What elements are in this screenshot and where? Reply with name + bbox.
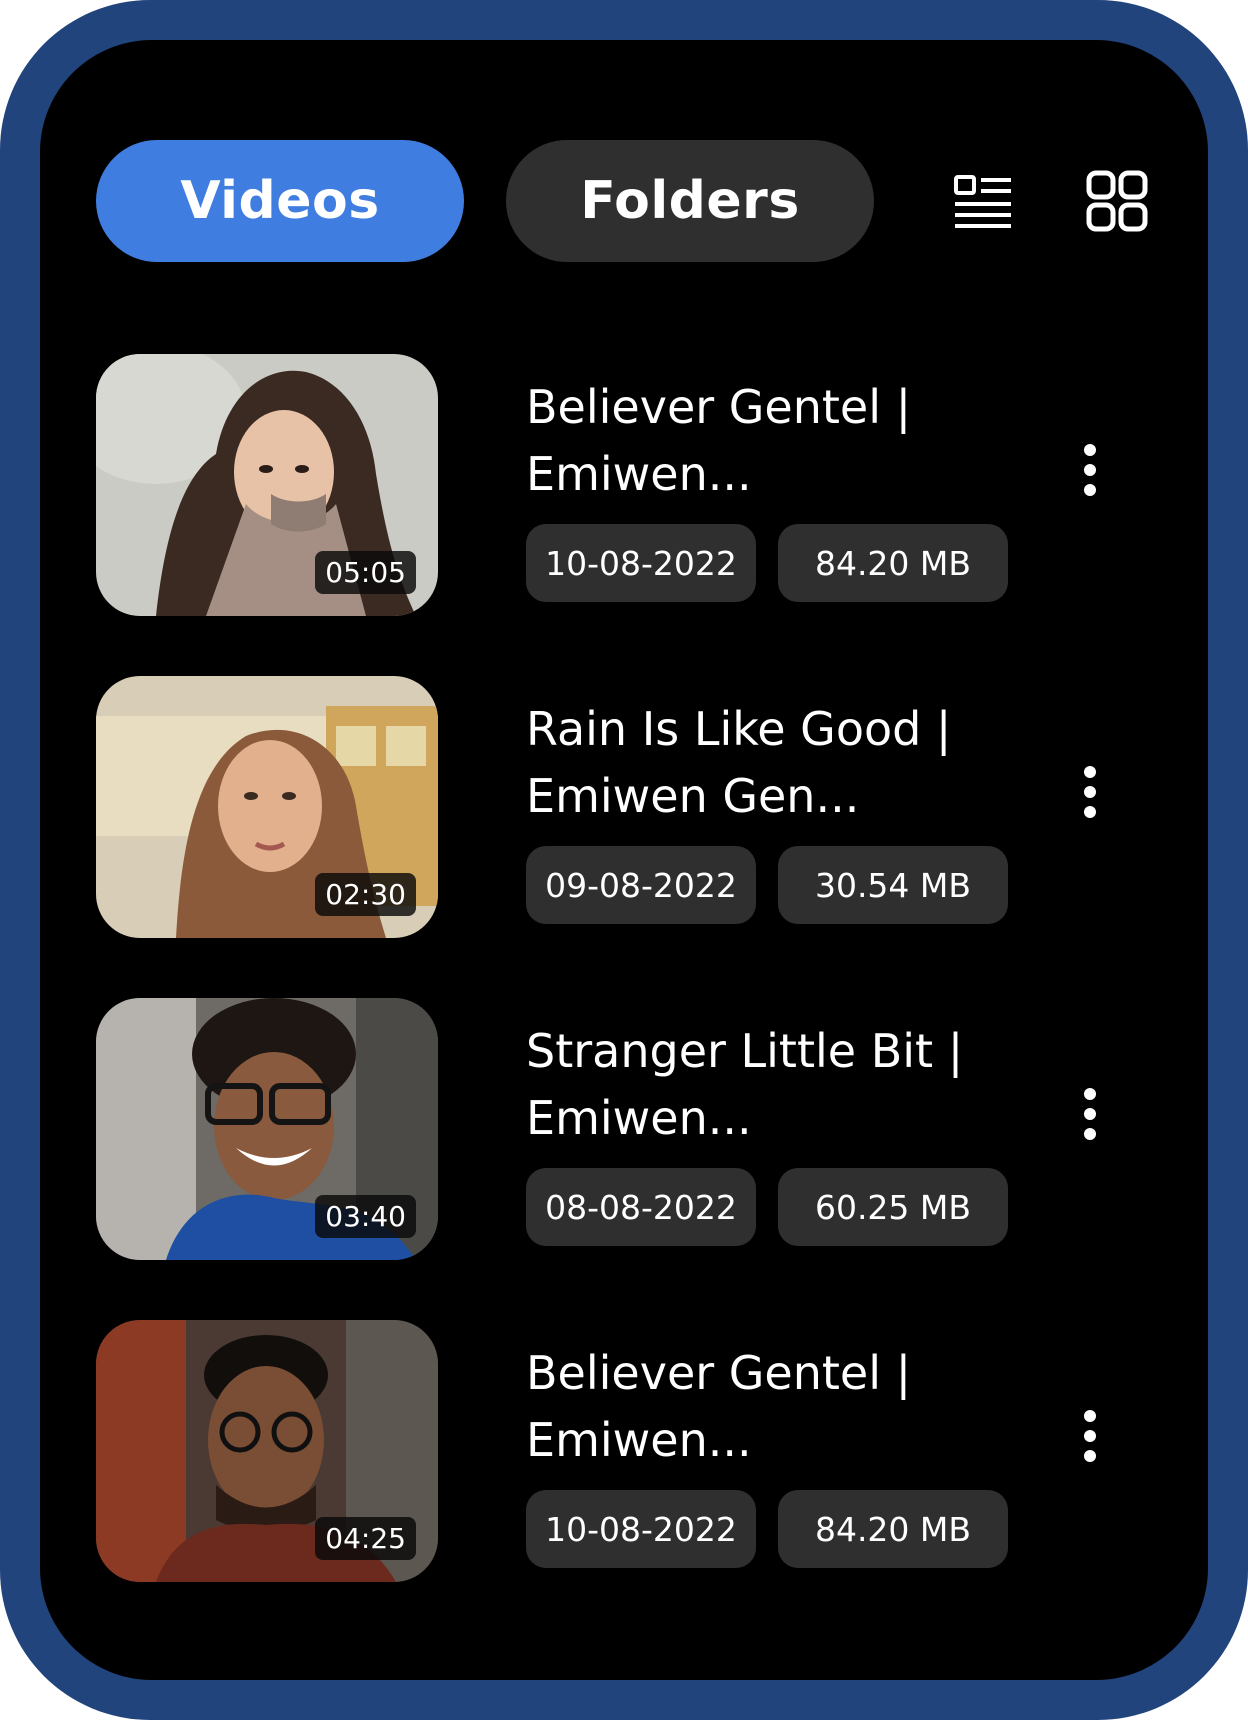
video-thumbnail[interactable]: 03:40 (96, 998, 438, 1260)
video-duration: 04:25 (315, 1517, 416, 1560)
video-thumbnail[interactable]: 05:05 (96, 354, 438, 616)
video-size-chip: 84.20 MB (778, 524, 1008, 602)
more-options-icon[interactable] (1070, 1078, 1110, 1178)
video-size-chip: 30.54 MB (778, 846, 1008, 924)
list-view-icon[interactable] (950, 168, 1016, 234)
video-date-chip: 08-08-2022 (526, 1168, 756, 1246)
video-list-item[interactable]: 04:25 Believer Gentel | Emiwen... 10-08-… (96, 1320, 1156, 1584)
more-options-icon[interactable] (1070, 1400, 1110, 1500)
more-options-icon[interactable] (1070, 756, 1110, 856)
video-title[interactable]: Believer Gentel | Emiwen... (526, 374, 1046, 508)
grid-view-icon[interactable] (1084, 168, 1150, 234)
video-thumbnail[interactable]: 02:30 (96, 676, 438, 938)
video-title[interactable]: Stranger Little Bit | Emiwen... (526, 1018, 1046, 1152)
video-date-chip: 10-08-2022 (526, 524, 756, 602)
video-list-item[interactable]: 03:40 Stranger Little Bit | Emiwen... 08… (96, 998, 1156, 1262)
video-duration: 03:40 (315, 1195, 416, 1238)
video-date-chip: 10-08-2022 (526, 1490, 756, 1568)
video-size-chip: 84.20 MB (778, 1490, 1008, 1568)
video-list-item[interactable]: 05:05 Believer Gentel | Emiwen... 10-08-… (96, 354, 1156, 618)
video-size-chip: 60.25 MB (778, 1168, 1008, 1246)
video-title[interactable]: Rain Is Like Good | Emiwen Gen... (526, 696, 1046, 830)
video-list-item[interactable]: 02:30 Rain Is Like Good | Emiwen Gen... … (96, 676, 1156, 940)
more-options-icon[interactable] (1070, 434, 1110, 534)
video-thumbnail[interactable]: 04:25 (96, 1320, 438, 1582)
video-duration: 05:05 (315, 551, 416, 594)
tab-folders[interactable]: Folders (506, 140, 874, 262)
video-title[interactable]: Believer Gentel | Emiwen... (526, 1340, 1046, 1474)
tab-videos[interactable]: Videos (96, 140, 464, 262)
app-screen: Videos Folders 05:05 Believer Gentel | E… (40, 40, 1208, 1680)
video-date-chip: 09-08-2022 (526, 846, 756, 924)
video-duration: 02:30 (315, 873, 416, 916)
device-frame: Videos Folders 05:05 Believer Gentel | E… (0, 0, 1248, 1720)
